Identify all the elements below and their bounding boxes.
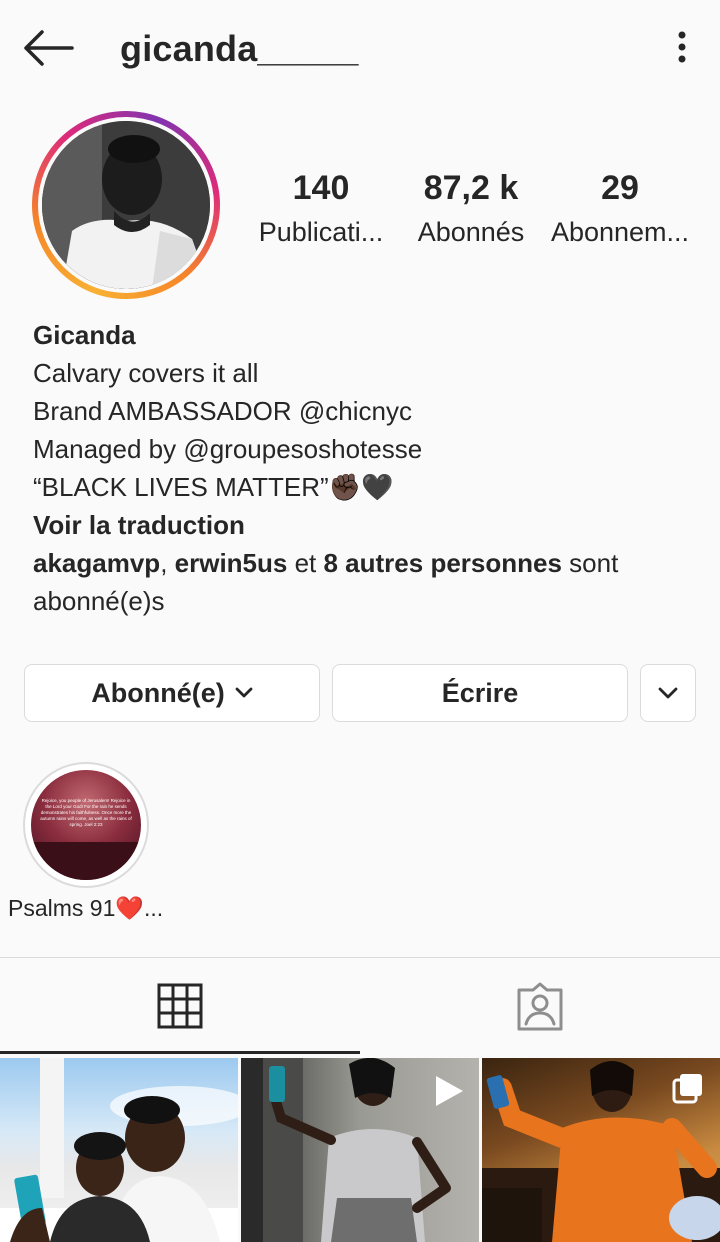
chevron-down-icon xyxy=(235,687,253,699)
bio-brand-text[interactable]: Brand AMBASSADOR @chicnyc xyxy=(33,396,412,426)
highlight-ground xyxy=(31,842,141,880)
profile-bio: Gicanda Calvary covers it all Brand AMBA… xyxy=(33,316,693,620)
follower-user-2[interactable]: erwin5us xyxy=(175,548,288,578)
tab-tagged-posts[interactable] xyxy=(360,958,720,1054)
person-tag-icon xyxy=(515,982,565,1037)
bio-line: Managed by @groupesoshotesse xyxy=(33,430,693,468)
post-thumbnail-carousel[interactable] xyxy=(482,1058,720,1242)
following-button[interactable]: Abonné(e) xyxy=(24,664,320,722)
following-button-label: Abonné(e) xyxy=(91,677,225,708)
suggested-accounts-button[interactable] xyxy=(640,664,696,722)
back-arrow-icon[interactable] xyxy=(20,28,76,68)
following-count: 29 xyxy=(601,169,639,207)
highlight-cover-text: Rejoice, you people of Jerusalem! Rejoic… xyxy=(40,798,132,827)
bio-managed-text[interactable]: Managed by @groupesoshotesse xyxy=(33,434,422,464)
following-label: Abonnem... xyxy=(550,217,690,247)
bio-emoji: ✊🏿🖤 xyxy=(328,472,394,502)
followed-by-text[interactable]: akagamvp, erwin5us et 8 autres personnes… xyxy=(33,544,693,620)
bio-blm-text: “BLACK LIVES MATTER” xyxy=(33,472,329,502)
message-button-label: Écrire xyxy=(441,677,519,708)
posts-count: 140 xyxy=(292,169,350,207)
profile-name: Gicanda xyxy=(33,320,136,350)
stat-posts[interactable]: 140 Publicati... xyxy=(248,168,394,250)
separator: , xyxy=(160,548,175,578)
see-translation-link[interactable]: Voir la traduction xyxy=(33,506,693,544)
posts-label: Publicati... xyxy=(258,217,384,247)
message-button[interactable]: Écrire xyxy=(332,664,628,722)
video-icon xyxy=(433,1074,465,1113)
grid-icon xyxy=(157,983,203,1034)
more-options-icon[interactable] xyxy=(672,30,692,66)
avatar[interactable] xyxy=(42,121,210,289)
followers-label: Abonnés xyxy=(417,217,525,247)
other-followers[interactable]: 8 autres personnes xyxy=(324,548,562,578)
follower-user-1[interactable]: akagamvp xyxy=(33,548,160,578)
tab-posts-grid[interactable] xyxy=(0,958,360,1054)
post-thumbnail-video[interactable] xyxy=(241,1058,479,1242)
chevron-down-icon xyxy=(658,687,678,700)
active-tab-indicator xyxy=(0,1051,360,1054)
bio-line: Brand AMBASSADOR @chicnyc xyxy=(33,392,693,430)
bio-line: “BLACK LIVES MATTER”✊🏿🖤 xyxy=(33,468,693,506)
stat-followers[interactable]: 87,2 k Abonnés xyxy=(410,168,532,250)
highlight-label: Psalms 91❤️... xyxy=(8,895,164,921)
conjunction: et xyxy=(287,548,324,578)
post-thumbnail[interactable] xyxy=(0,1058,238,1242)
bio-line: Calvary covers it all xyxy=(33,358,259,388)
highlight-cover[interactable]: Rejoice, you people of Jerusalem! Rejoic… xyxy=(31,770,141,880)
followers-count: 87,2 k xyxy=(423,169,519,207)
profile-username: gicanda_____ xyxy=(120,28,359,69)
carousel-icon xyxy=(672,1072,704,1109)
stat-following[interactable]: 29 Abonnem... xyxy=(546,168,694,250)
